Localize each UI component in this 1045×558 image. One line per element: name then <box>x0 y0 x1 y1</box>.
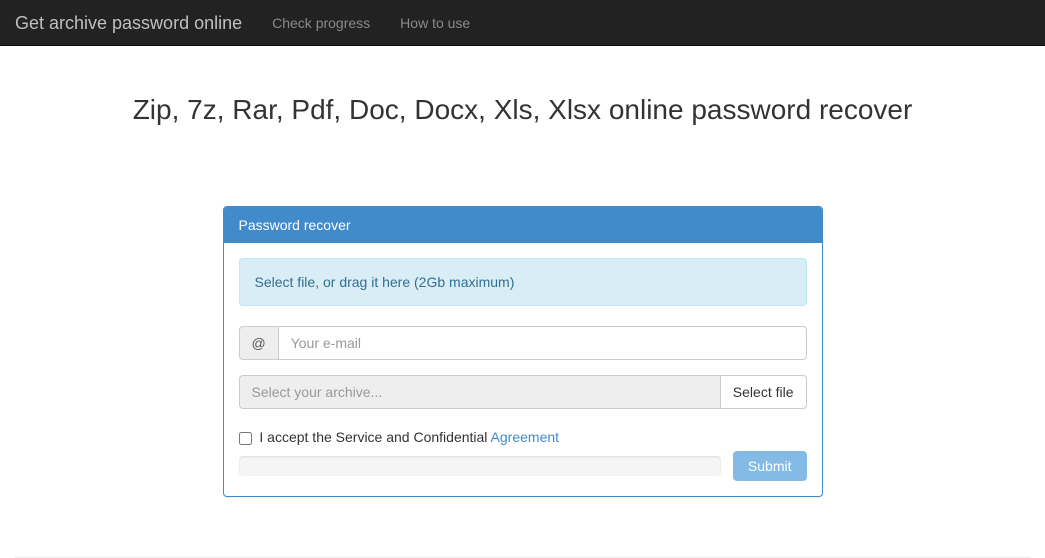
nav-link-check-progress[interactable]: Check progress <box>257 0 385 46</box>
upload-progress-bar <box>239 456 721 476</box>
navbar-brand[interactable]: Get archive password online <box>12 0 257 46</box>
agreement-link[interactable]: Agreement <box>491 429 559 445</box>
email-field[interactable] <box>278 326 807 360</box>
agreement-text: I accept the Service and Confidential <box>259 429 490 445</box>
select-file-button[interactable]: Select file <box>720 375 807 409</box>
panel-body: Select file, or drag it here (2Gb maximu… <box>224 243 822 496</box>
agreement-label[interactable]: I accept the Service and Confidential Ag… <box>239 429 560 445</box>
nav-link-how-to-use[interactable]: How to use <box>385 0 485 46</box>
archive-path-display: Select your archive... <box>239 375 720 409</box>
submit-row: Submit <box>239 451 807 481</box>
agreement-checkbox[interactable] <box>239 432 252 445</box>
agreement-row: I accept the Service and Confidential Ag… <box>239 429 807 445</box>
main-content: Zip, 7z, Rar, Pdf, Doc, Docx, Xls, Xlsx … <box>0 46 1045 537</box>
navbar: Get archive password online Check progre… <box>0 0 1045 46</box>
submit-button[interactable]: Submit <box>733 451 807 481</box>
password-recover-panel: Password recover Select file, or drag it… <box>223 206 823 497</box>
page-headline: Zip, 7z, Rar, Pdf, Doc, Docx, Xls, Xlsx … <box>15 94 1030 126</box>
file-dropzone[interactable]: Select file, or drag it here (2Gb maximu… <box>239 258 807 306</box>
email-input-group: @ <box>239 326 807 360</box>
archive-select-group: Select your archive... Select file <box>239 375 807 409</box>
at-icon: @ <box>239 326 278 360</box>
panel-title: Password recover <box>224 207 822 243</box>
